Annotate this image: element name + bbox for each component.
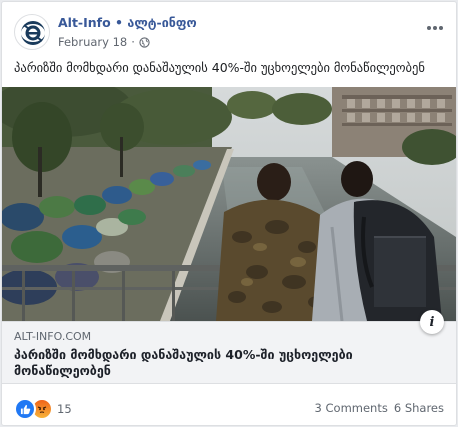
post-header: Alt-Info • ალტ-ინფო February 18 ·: [14, 14, 444, 54]
comments-count-link[interactable]: 3 Comments: [315, 401, 388, 415]
link-title[interactable]: პარიზში მომხდარი დანაშაულის 40%-ში უცხოე…: [14, 347, 414, 379]
page-alt-name[interactable]: ალტ-ინფო: [127, 15, 196, 30]
meta-dot: ·: [131, 35, 135, 49]
page-name[interactable]: Alt-Info: [58, 15, 111, 30]
engagement-stats: 3 Comments 6 Shares: [315, 401, 444, 415]
post-footer: 15 3 Comments 6 Shares: [14, 398, 444, 420]
post-image[interactable]: [2, 87, 456, 321]
shares-count-link[interactable]: 6 Shares: [394, 401, 444, 415]
page-avatar[interactable]: [14, 14, 50, 50]
ellipsis-icon: [427, 26, 443, 30]
link-preview[interactable]: i ALT-INFO.COM პარიზში მომხდარი დანაშაულ…: [2, 310, 456, 384]
link-domain: ALT-INFO.COM: [14, 330, 92, 343]
post-card: Alt-Info • ალტ-ინფო February 18 · პარიზშ…: [1, 1, 457, 426]
post-date[interactable]: February 18: [58, 35, 127, 49]
globe-icon[interactable]: [139, 36, 150, 48]
reaction-count: 15: [57, 402, 72, 416]
reactions-summary[interactable]: 15: [14, 398, 72, 420]
info-icon-button[interactable]: i: [420, 310, 444, 334]
like-icon: [14, 398, 36, 420]
post-meta: February 18 ·: [58, 35, 150, 49]
alt-info-logo-icon: [17, 17, 49, 49]
post-text: პარიზში მომხდარი დანაშაულის 40%-ში უცხოე…: [14, 60, 425, 75]
more-options-button[interactable]: [426, 18, 444, 30]
info-icon: i: [429, 314, 435, 330]
name-separator: •: [110, 15, 128, 30]
canal-photo: [2, 87, 456, 321]
page-name-link[interactable]: Alt-Info • ალტ-ინფო: [58, 15, 197, 30]
